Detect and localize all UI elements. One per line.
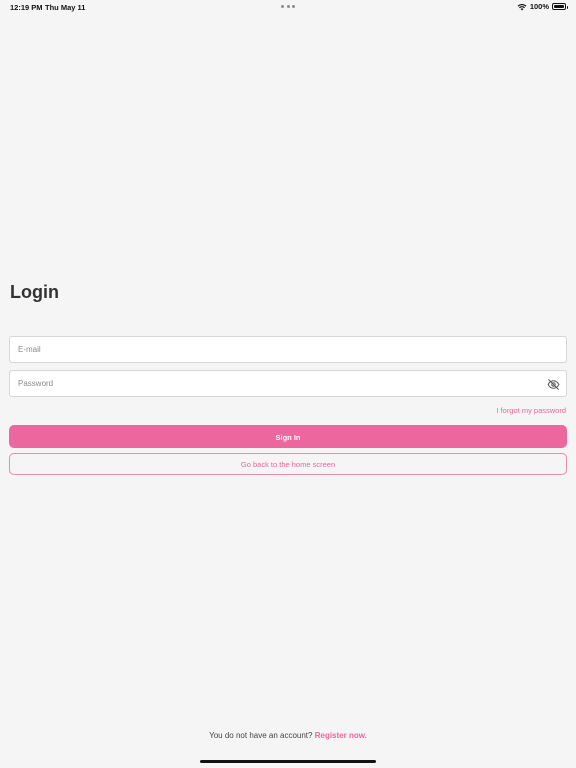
battery-percent: 100% — [529, 2, 549, 11]
home-screen-button[interactable]: Go back to the home screen — [9, 453, 567, 475]
status-indicators: 100% — [517, 2, 568, 11]
multitasking-dots-icon[interactable] — [281, 2, 295, 10]
email-input[interactable] — [10, 337, 566, 362]
status-date: Thu May 11 — [45, 3, 86, 12]
wifi-icon — [517, 3, 527, 11]
page-title: Login — [10, 282, 59, 302]
login-screen: 12:19 PM Thu May 11 100% Login E-mail I … — [0, 0, 576, 768]
status-time: 12:19 PM — [10, 3, 43, 12]
register-link[interactable]: Register now. — [315, 731, 367, 740]
email-field[interactable] — [9, 336, 567, 363]
password-input[interactable] — [10, 371, 566, 396]
register-prompt-text: You do not have an account? — [209, 731, 313, 740]
home-indicator[interactable] — [200, 760, 376, 763]
register-prompt: You do not have an account? Register now… — [0, 731, 576, 740]
sign-in-button[interactable]: Sign In — [9, 425, 567, 448]
password-field[interactable] — [9, 370, 567, 397]
battery-icon — [552, 3, 568, 10]
eye-off-icon[interactable] — [547, 378, 560, 391]
status-bar: 12:19 PM Thu May 11 100% — [0, 0, 576, 14]
forgot-password-link[interactable]: I forgot my password — [496, 406, 566, 415]
